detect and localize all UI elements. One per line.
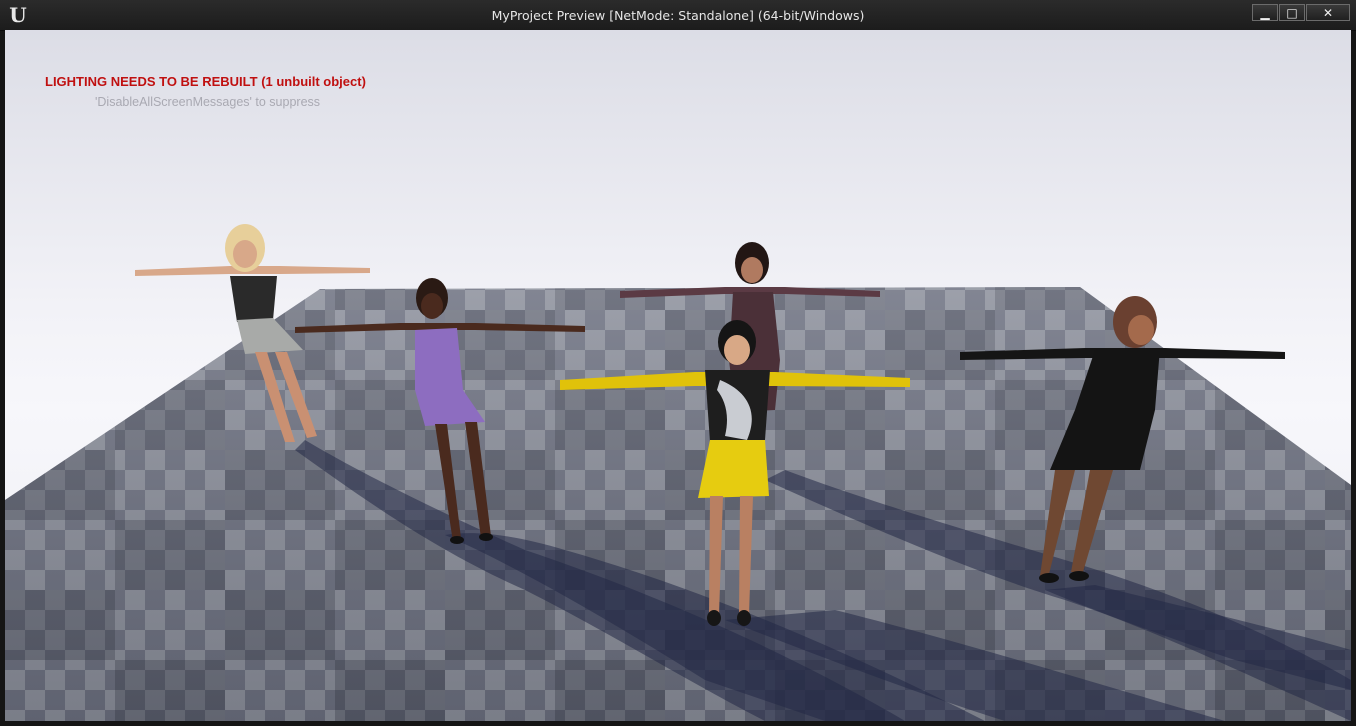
- window-controls: ▁ □ ✕: [1251, 4, 1350, 21]
- minimize-button[interactable]: ▁: [1252, 4, 1278, 21]
- title-bar[interactable]: U MyProject Preview [NetMode: Standalone…: [0, 0, 1356, 31]
- window-bottom-border: [0, 721, 1356, 726]
- game-viewport[interactable]: LIGHTING NEEDS TO BE REBUILT (1 unbuilt …: [5, 30, 1351, 721]
- app-window: U MyProject Preview [NetMode: Standalone…: [0, 0, 1356, 726]
- suppress-hint-message: 'DisableAllScreenMessages' to suppress: [95, 95, 321, 109]
- unreal-engine-logo-icon: U: [9, 3, 27, 27]
- scene-render: [5, 224, 1351, 721]
- close-button[interactable]: ✕: [1306, 4, 1350, 21]
- lighting-warning-message: LIGHTING NEEDS TO BE REBUILT (1 unbuilt …: [45, 74, 366, 89]
- window-title: MyProject Preview [NetMode: Standalone] …: [491, 8, 865, 23]
- maximize-button[interactable]: □: [1279, 4, 1305, 21]
